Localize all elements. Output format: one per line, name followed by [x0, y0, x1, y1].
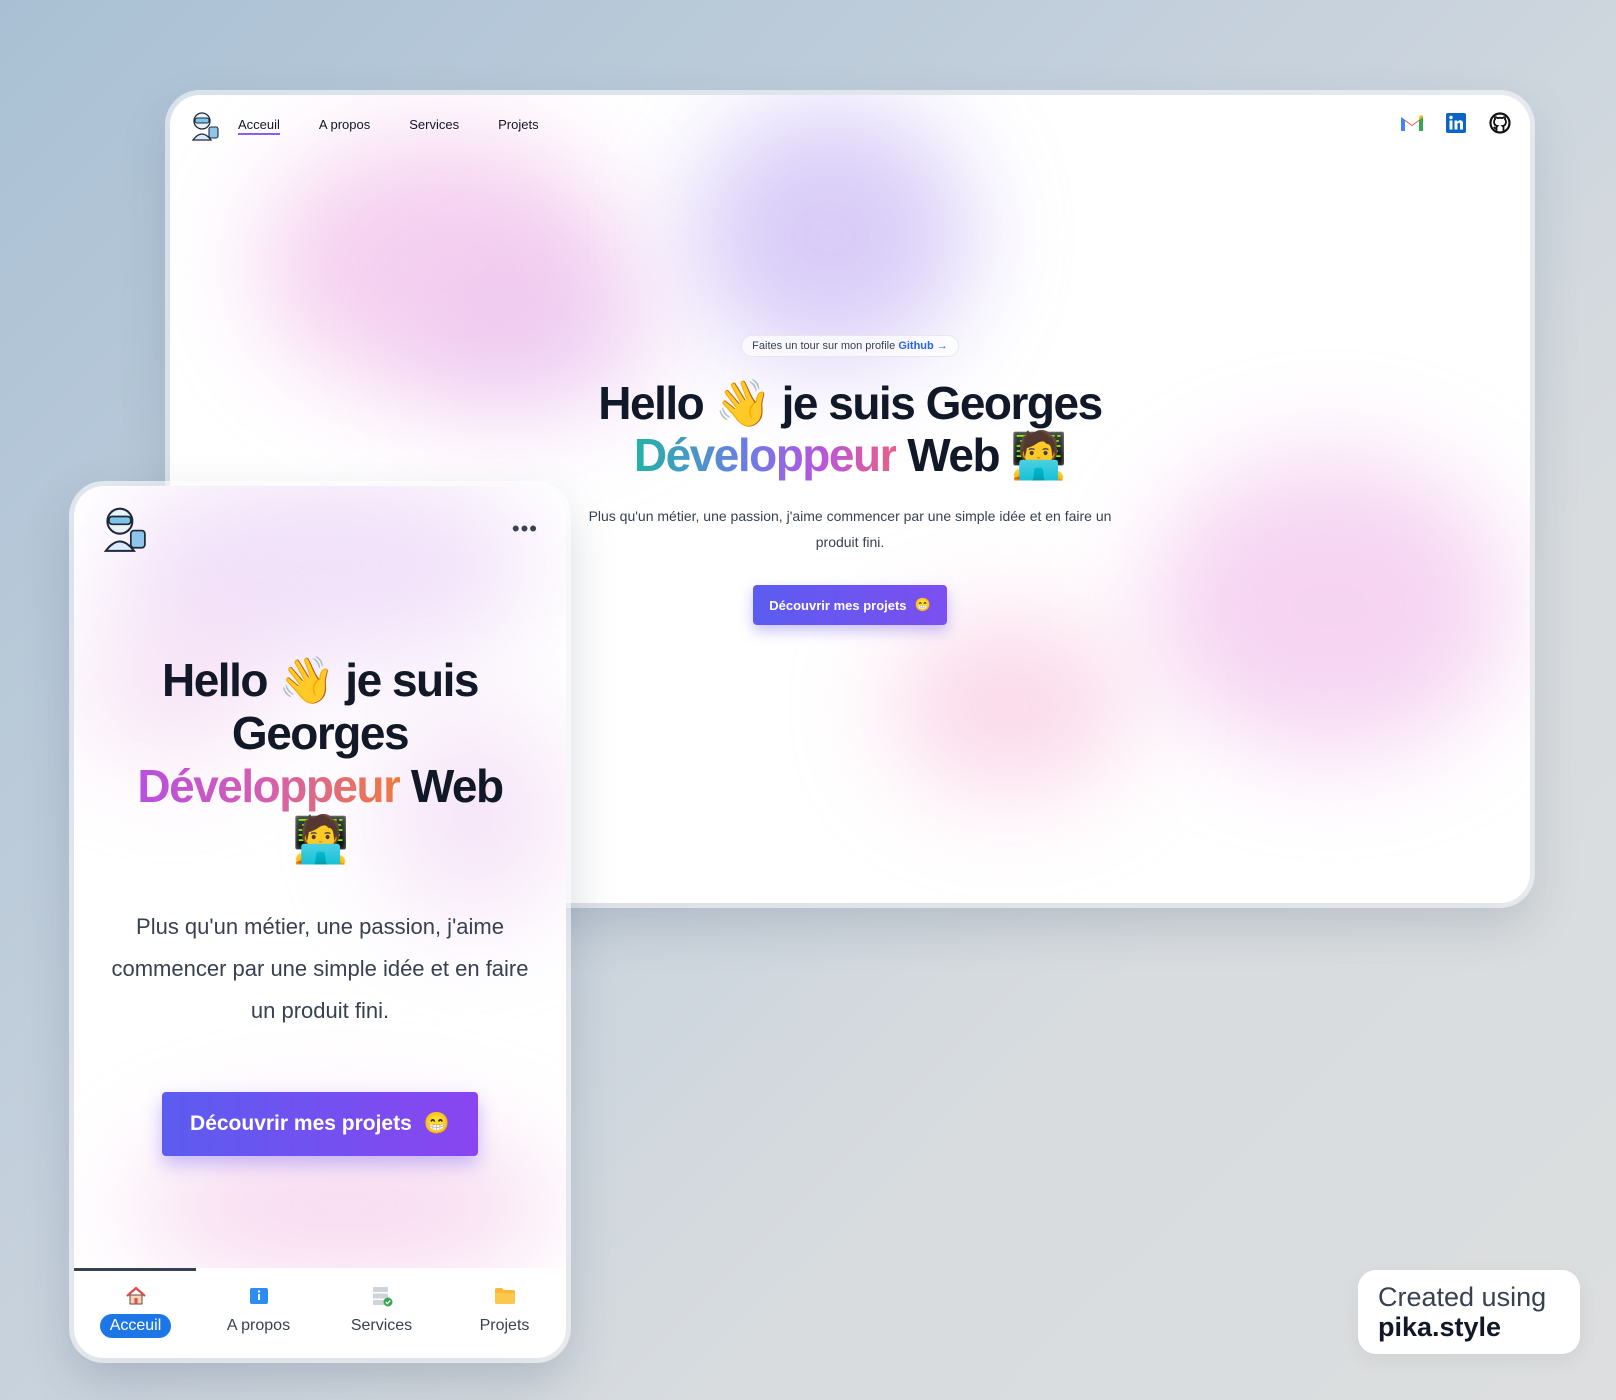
gmail-icon[interactable]	[1400, 111, 1424, 135]
title-hello: Hello	[598, 377, 704, 429]
hero-title: Hello 👋 je suis Georges Développeur Web …	[170, 377, 1530, 481]
wave-emoji: 👋	[278, 654, 335, 706]
tab-a-propos[interactable]: A propos	[197, 1268, 320, 1358]
title-web: Web	[907, 429, 1000, 481]
mobile-tabbar: Acceuil A propos Services Projets	[74, 1268, 566, 1358]
desktop-navbar: Acceuil A propos Services Projets	[170, 95, 1530, 157]
developer-avatar-logo[interactable]	[188, 110, 220, 142]
github-icon[interactable]	[1488, 111, 1512, 135]
title-je-suis: je suis	[345, 654, 479, 706]
discover-projects-button[interactable]: Découvrir mes projets 😁	[753, 585, 947, 625]
pill-text: Faites un tour sur mon profile	[752, 340, 896, 352]
bg-blob	[890, 615, 1130, 795]
tab-label: Acceuil	[99, 1314, 172, 1338]
info-icon	[247, 1284, 271, 1308]
tab-label: A propos	[226, 1317, 291, 1334]
hero-subtitle: Plus qu'un métier, une passion, j'aime c…	[111, 914, 529, 1023]
title-hello: Hello	[161, 654, 268, 706]
nav-link-services[interactable]: Services	[409, 117, 459, 135]
mobile-window: ••• Hello 👋 je suis Georges Développeur …	[74, 486, 566, 1358]
mobile-hero: Hello 👋 je suis Georges Développeur Web …	[74, 654, 566, 1156]
pill-github-link[interactable]: Github →	[898, 340, 948, 352]
title-gradient-word: Développeur	[633, 429, 898, 481]
nav-link-a-propos[interactable]: A propos	[319, 117, 370, 135]
tab-services[interactable]: Services	[320, 1268, 443, 1358]
discover-projects-button[interactable]: Découvrir mes projets 😁	[162, 1092, 478, 1156]
nav-link-projets[interactable]: Projets	[498, 117, 538, 135]
cta-label: Découvrir mes projets	[769, 597, 907, 613]
more-dots-icon[interactable]: •••	[512, 516, 538, 542]
server-check-icon	[370, 1284, 394, 1308]
title-name: Georges	[231, 707, 410, 759]
hero-title: Hello 👋 je suis Georges Développeur Web …	[74, 654, 566, 866]
developer-avatar-logo[interactable]	[98, 504, 148, 554]
github-pill[interactable]: Faites un tour sur mon profile Github →	[741, 335, 959, 357]
credit-line2: pika.style	[1378, 1312, 1502, 1342]
title-web: Web	[410, 760, 504, 812]
nav-link-acceuil[interactable]: Acceuil	[238, 117, 280, 135]
tab-acceuil[interactable]: Acceuil	[74, 1268, 197, 1358]
developer-emoji: 🧑‍💻	[292, 813, 349, 865]
tab-label: Services	[350, 1317, 413, 1334]
title-name: je suis Georges	[781, 377, 1104, 429]
bg-blob	[114, 486, 534, 666]
desktop-nav-links: Acceuil A propos Services Projets	[238, 117, 539, 135]
grin-emoji: 😁	[423, 1112, 450, 1135]
wave-emoji: 👋	[714, 377, 772, 429]
grin-emoji: 😁	[914, 597, 931, 612]
social-links	[1400, 111, 1512, 135]
title-gradient-word: Développeur	[137, 760, 401, 812]
tab-label: Projets	[479, 1317, 530, 1334]
tab-projets[interactable]: Projets	[443, 1268, 566, 1358]
developer-emoji: 🧑‍💻	[1010, 429, 1067, 481]
hero-subtitle: Plus qu'un métier, une passion, j'aime c…	[588, 508, 1112, 550]
folder-icon	[493, 1284, 517, 1308]
linkedin-icon[interactable]	[1444, 111, 1468, 135]
pika-style-credit: Created using pika.style	[1358, 1270, 1580, 1354]
home-icon	[124, 1284, 148, 1308]
credit-line1: Created using	[1378, 1282, 1547, 1312]
cta-label: Découvrir mes projets	[190, 1112, 412, 1135]
